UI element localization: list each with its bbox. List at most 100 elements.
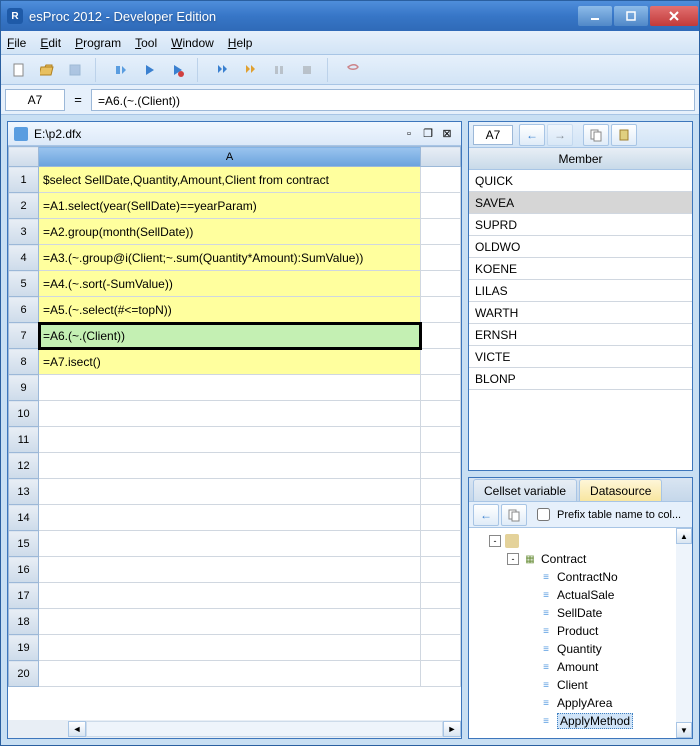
- member-row[interactable]: WARTH: [469, 302, 692, 324]
- cell[interactable]: [39, 505, 421, 531]
- cell[interactable]: =A6.(~.(Client)): [39, 323, 421, 349]
- row-header[interactable]: 9: [9, 375, 39, 401]
- horizontal-scrollbar[interactable]: ◄ ►: [8, 720, 461, 738]
- cell[interactable]: [421, 271, 461, 297]
- member-row[interactable]: VICTE: [469, 346, 692, 368]
- pause-button[interactable]: [267, 58, 291, 82]
- tree-scrollbar[interactable]: ▲ ▼: [676, 528, 692, 738]
- scroll-track[interactable]: [86, 721, 443, 737]
- cell[interactable]: [421, 661, 461, 687]
- cell[interactable]: [421, 349, 461, 375]
- doc-close-icon[interactable]: ⊠: [439, 127, 455, 141]
- cell[interactable]: [421, 531, 461, 557]
- cell[interactable]: =A5.(~.select(#<=topN)): [39, 297, 421, 323]
- tree-node[interactable]: -: [471, 532, 690, 550]
- step-over-button[interactable]: [211, 58, 235, 82]
- stop-button[interactable]: [295, 58, 319, 82]
- scroll-right-button[interactable]: ►: [443, 721, 461, 737]
- member-row[interactable]: SAVEA: [469, 192, 692, 214]
- tree-node[interactable]: ≡Product: [471, 622, 690, 640]
- paste-button[interactable]: [611, 124, 637, 146]
- tree-node[interactable]: ≡SellDate: [471, 604, 690, 622]
- member-row[interactable]: SUPRD: [469, 214, 692, 236]
- row-header[interactable]: 1: [9, 167, 39, 193]
- cell-reference-box[interactable]: A7: [5, 89, 65, 111]
- row-header[interactable]: 6: [9, 297, 39, 323]
- debug-button[interactable]: [165, 58, 189, 82]
- ds-back-button[interactable]: ←: [473, 504, 499, 526]
- menu-window[interactable]: Window: [171, 36, 214, 50]
- row-header[interactable]: 15: [9, 531, 39, 557]
- column-header-A[interactable]: A: [39, 147, 421, 167]
- tree-node[interactable]: ≡Amount: [471, 658, 690, 676]
- copy-button[interactable]: [583, 124, 609, 146]
- row-header[interactable]: 5: [9, 271, 39, 297]
- row-header[interactable]: 19: [9, 635, 39, 661]
- open-button[interactable]: [35, 58, 59, 82]
- cell[interactable]: [421, 375, 461, 401]
- minimize-button[interactable]: [578, 6, 612, 26]
- row-header[interactable]: 11: [9, 427, 39, 453]
- spreadsheet[interactable]: A 1$select SellDate,Quantity,Amount,Clie…: [8, 146, 461, 738]
- row-header[interactable]: 10: [9, 401, 39, 427]
- member-row[interactable]: ERNSH: [469, 324, 692, 346]
- cell[interactable]: [421, 427, 461, 453]
- member-row[interactable]: BLONP: [469, 368, 692, 390]
- member-list[interactable]: QUICKSAVEASUPRDOLDWOKOENELILASWARTHERNSH…: [469, 170, 692, 470]
- prefix-checkbox[interactable]: Prefix table name to col...: [533, 505, 681, 524]
- cell[interactable]: [39, 479, 421, 505]
- cell[interactable]: [39, 427, 421, 453]
- tree-node[interactable]: ≡ActualSale: [471, 586, 690, 604]
- cell[interactable]: [421, 167, 461, 193]
- new-button[interactable]: [7, 58, 31, 82]
- row-header[interactable]: 4: [9, 245, 39, 271]
- tree-node[interactable]: ≡ApplyArea: [471, 694, 690, 712]
- cell[interactable]: [421, 245, 461, 271]
- row-header[interactable]: 20: [9, 661, 39, 687]
- cell[interactable]: [421, 323, 461, 349]
- cell[interactable]: [421, 297, 461, 323]
- row-header[interactable]: 8: [9, 349, 39, 375]
- cell[interactable]: =A7.isect(): [39, 349, 421, 375]
- menu-edit[interactable]: Edit: [40, 36, 61, 50]
- cell[interactable]: [39, 375, 421, 401]
- tree-node[interactable]: -▦Contract: [471, 550, 690, 568]
- cell[interactable]: [421, 193, 461, 219]
- close-button[interactable]: [650, 6, 698, 26]
- tab-datasource[interactable]: Datasource: [579, 479, 662, 501]
- row-header[interactable]: 7: [9, 323, 39, 349]
- cell[interactable]: [421, 453, 461, 479]
- cell[interactable]: [39, 401, 421, 427]
- row-header[interactable]: 13: [9, 479, 39, 505]
- menu-program[interactable]: Program: [75, 36, 121, 50]
- row-header[interactable]: 16: [9, 557, 39, 583]
- datasource-tree[interactable]: - ▲ ▼ -▦Contract≡ContractNo≡ActualSale≡S…: [469, 528, 692, 738]
- tree-node[interactable]: ≡Client: [471, 676, 690, 694]
- cell[interactable]: [39, 635, 421, 661]
- cell[interactable]: [39, 557, 421, 583]
- column-header-B[interactable]: [421, 147, 461, 167]
- row-header[interactable]: 12: [9, 453, 39, 479]
- cell[interactable]: [39, 609, 421, 635]
- cell[interactable]: [421, 635, 461, 661]
- exec-button[interactable]: [109, 58, 133, 82]
- menu-tool[interactable]: Tool: [135, 36, 157, 50]
- cell[interactable]: $select SellDate,Quantity,Amount,Client …: [39, 167, 421, 193]
- row-header[interactable]: 2: [9, 193, 39, 219]
- formula-input[interactable]: =A6.(~.(Client)): [91, 89, 695, 111]
- breakpoint-button[interactable]: [341, 58, 365, 82]
- member-row[interactable]: QUICK: [469, 170, 692, 192]
- cell[interactable]: =A2.group(month(SellDate)): [39, 219, 421, 245]
- cell[interactable]: [421, 219, 461, 245]
- cell[interactable]: =A1.select(year(SellDate)==yearParam): [39, 193, 421, 219]
- menu-file[interactable]: File: [7, 36, 26, 50]
- member-cellref[interactable]: A7: [473, 125, 513, 145]
- maximize-button[interactable]: [614, 6, 648, 26]
- member-row[interactable]: LILAS: [469, 280, 692, 302]
- tree-scroll-down[interactable]: ▼: [676, 722, 692, 738]
- tree-node[interactable]: ≡Quantity: [471, 640, 690, 658]
- tree-node[interactable]: ≡ContractNo: [471, 568, 690, 586]
- nav-back-button[interactable]: ←: [519, 124, 545, 146]
- menu-help[interactable]: Help: [228, 36, 253, 50]
- cell[interactable]: [39, 531, 421, 557]
